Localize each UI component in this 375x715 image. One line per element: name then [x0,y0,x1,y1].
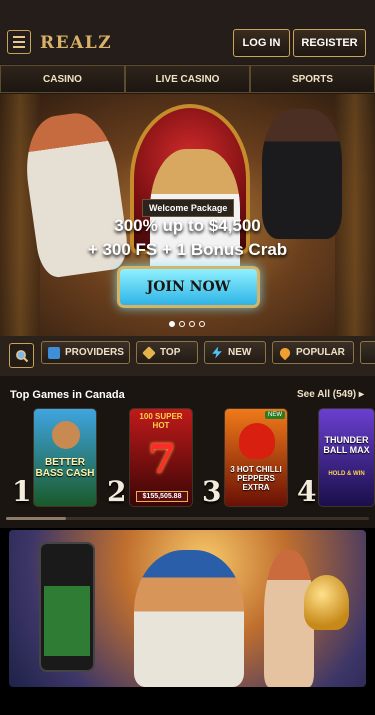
game-title: THUNDER BALL MAX [323,435,370,455]
category-label: NEW [228,347,252,358]
join-now-button[interactable]: JOIN NOW [117,266,260,308]
carousel-dot[interactable] [169,321,175,327]
category-top[interactable]: TOP [136,341,198,364]
providers-icon [48,346,60,359]
rank-number: 1 [12,475,32,508]
offer-line-1: 300% up to $4,500 [114,216,261,235]
new-badge: NEW [265,411,285,419]
category-providers[interactable]: PROVIDERS [41,341,130,364]
game-title: BETTER BASS CASH [35,457,95,479]
tab-sports[interactable]: SPORTS [250,65,375,93]
tab-live-casino[interactable]: LIVE CASINO [125,65,250,93]
game-card[interactable]: THUNDER BALL MAX HOLD & WIN [318,408,375,507]
section-title: Top Games in Canada [10,389,125,401]
game-title: 100 SUPER HOT [139,412,183,430]
rank-number: 4 [297,475,317,508]
offer-line-2: + 300 FS + 1 Bonus Crab [87,240,288,259]
tab-casino[interactable]: CASINO [0,65,125,93]
promo-man-image [134,550,244,687]
see-all-link[interactable]: See All (549) ▸ [297,389,364,400]
promo-banner[interactable] [9,530,366,687]
logo[interactable]: REALZ [40,33,112,53]
game-title: 3 HOT CHILLI PEPPERS EXTRA [230,465,282,492]
search-icon[interactable] [9,343,34,368]
carousel-dot[interactable] [179,321,185,327]
rank-number: 2 [107,475,127,508]
main-nav: CASINO LIVE CASINO SPORTS [0,64,375,94]
carousel-dot[interactable] [189,321,195,327]
jackpot-amount: $155,505.88 [136,491,188,502]
category-label: TOP [160,347,181,358]
hamburger-menu-icon[interactable] [7,30,31,54]
bottom-strip [0,687,375,715]
category-label: POPULAR [296,347,345,358]
category-label: PROVIDERS [65,347,124,358]
trophy-icon [304,575,349,630]
welcome-badge: Welcome Package [142,199,235,217]
game-card[interactable]: 100 SUPER HOT 7 $155,505.88 [129,408,193,507]
popular-drop-icon [277,345,293,360]
game-card[interactable]: NEW 3 HOT CHILLI PEPPERS EXTRA [224,408,288,507]
lightning-icon [212,346,222,359]
game-subtitle: HOLD & WIN [328,471,365,477]
register-button[interactable]: REGISTER [293,29,366,57]
games-scroll-thumb[interactable] [6,517,66,520]
category-new[interactable]: NEW [204,341,266,364]
carousel-dots [169,321,205,327]
top-diamond-icon [142,345,156,360]
header: REALZ LOG IN REGISTER [0,0,375,64]
phone-image [39,542,95,672]
category-popular[interactable]: POPULAR [272,341,354,364]
category-more[interactable] [360,341,375,364]
game-card[interactable]: BETTER BASS CASH [33,408,97,507]
login-button[interactable]: LOG IN [233,29,290,57]
rank-number: 3 [202,475,222,508]
carousel-dot[interactable] [199,321,205,327]
